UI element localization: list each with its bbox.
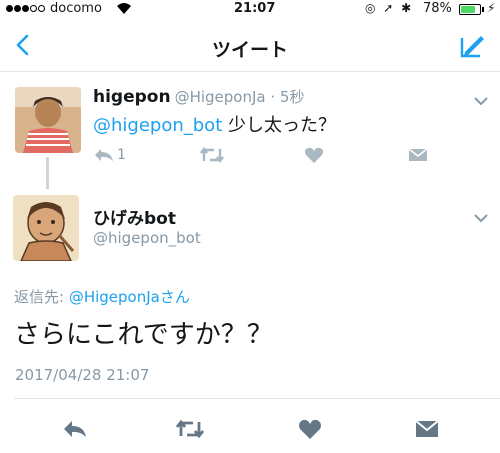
tweet-text: さらにこれですか？？: [14, 320, 273, 350]
tweet-text: @higepon_bot 少し太った？: [93, 111, 336, 137]
like-heart-icon: [299, 419, 321, 439]
author-display-name[interactable]: higepon: [93, 87, 171, 107]
page-title: ツイート: [211, 39, 288, 61]
tweet-actions: 1: [93, 146, 433, 168]
caret-down-icon: [474, 97, 488, 106]
status-time: 21:07: [234, 1, 276, 16]
tweet-body: 少し太った？: [222, 115, 336, 136]
tweet-menu-button[interactable]: [473, 208, 489, 227]
navigation-bar: ツイート: [0, 22, 500, 72]
thread-connector-line: [46, 157, 49, 189]
signal-strength-icon: [6, 5, 45, 12]
tweet-author: higepon @HigeponJa · 5秒: [93, 86, 304, 107]
mention-link[interactable]: @higepon_bot: [93, 115, 222, 136]
battery-tip: [482, 7, 484, 12]
tweet-menu-button[interactable]: [473, 91, 489, 110]
compose-tweet-button[interactable]: [456, 30, 488, 62]
reply-icon: [95, 149, 113, 161]
retweet-button[interactable]: [175, 418, 205, 444]
reply-button[interactable]: 1: [93, 146, 126, 168]
user-photo-avatar: [15, 87, 81, 153]
author-handle[interactable]: @higepon_bot: [93, 229, 201, 247]
direct-message-icon: [408, 148, 428, 161]
retweet-icon: [200, 147, 224, 163]
compose-icon: [460, 36, 484, 58]
avatar[interactable]: [13, 195, 79, 261]
reply-to-line: 返信先: @HigeponJaさん: [14, 286, 190, 307]
reply-to-label: 返信先:: [14, 288, 69, 306]
reply-to-handle-link[interactable]: @HigeponJaさん: [69, 288, 190, 306]
retweet-button[interactable]: [199, 146, 225, 168]
tweet-actions: [0, 418, 500, 444]
retweet-icon: [175, 419, 205, 439]
status-indicators-icon: ◎ ➚ ✱: [365, 1, 414, 15]
like-heart-icon: [304, 147, 324, 163]
direct-message-button[interactable]: [414, 418, 440, 444]
direct-message-icon: [415, 420, 439, 437]
avatar[interactable]: [15, 87, 81, 153]
caret-down-icon: [474, 214, 488, 223]
direct-message-button[interactable]: [407, 146, 429, 168]
battery-percentage: 78%: [423, 1, 452, 16]
charging-icon: ⚡: [487, 1, 496, 15]
like-button[interactable]: [298, 418, 322, 444]
author-display-name[interactable]: ひげみbot: [93, 204, 176, 229]
battery-icon: [459, 4, 481, 15]
tweet-timestamp: 2017/04/28 21:07: [15, 366, 150, 384]
carrier-name: docomo: [50, 1, 102, 16]
reply-count: 1: [117, 147, 126, 163]
reply-button[interactable]: [62, 418, 88, 444]
bot-illustration-avatar: [13, 195, 79, 261]
divider: [14, 398, 500, 399]
author-handle-time: @HigeponJa · 5秒: [174, 88, 305, 106]
reply-icon: [64, 421, 86, 437]
wifi-icon: [116, 1, 132, 18]
status-bar: docomo 21:07 ◎ ➚ ✱ 78% ⚡: [0, 0, 500, 20]
like-button[interactable]: [304, 146, 324, 168]
